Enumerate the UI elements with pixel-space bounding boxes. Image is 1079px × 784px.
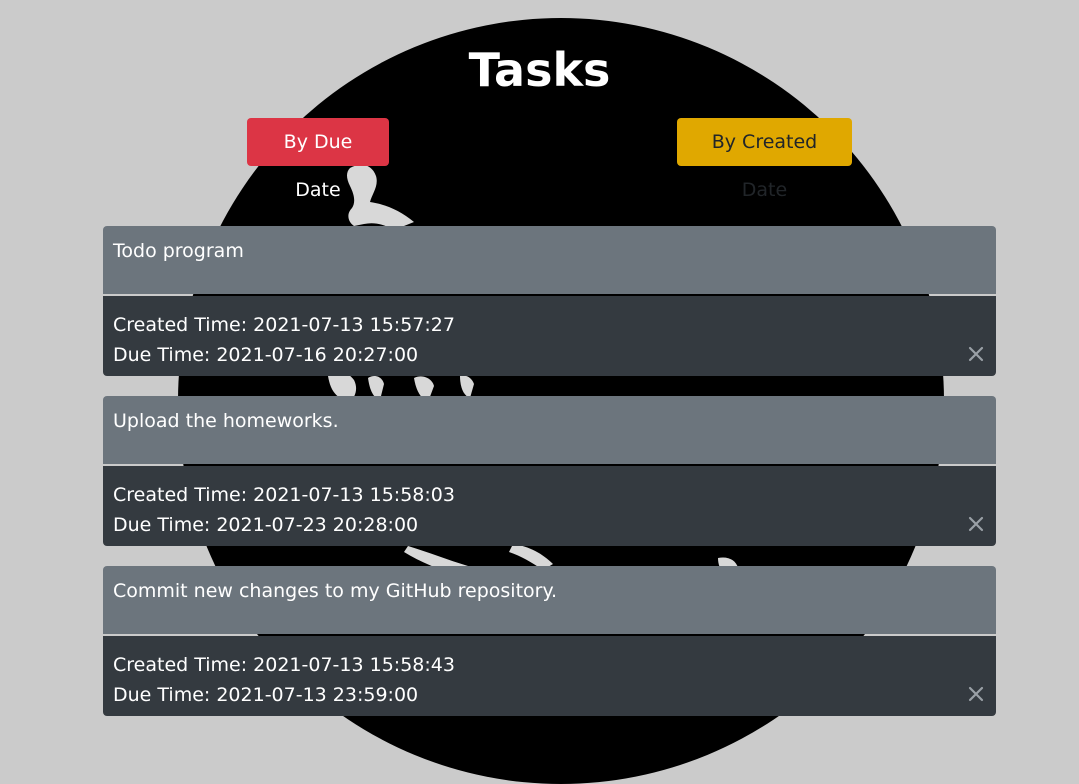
- sort-by-created-date-button[interactable]: By Created Date: [677, 118, 852, 201]
- task-list: Todo program Created Time: 2021-07-13 15…: [103, 226, 996, 736]
- task-title: Upload the homeworks.: [103, 396, 996, 464]
- task-title: Todo program: [103, 226, 996, 294]
- task-created-time: Created Time: 2021-07-13 15:58:43: [113, 654, 455, 676]
- page-title: Tasks: [468, 43, 611, 97]
- task-item: Todo program Created Time: 2021-07-13 15…: [103, 226, 996, 376]
- close-icon[interactable]: [968, 516, 984, 532]
- sort-by-due-date-button[interactable]: By Due Date: [247, 118, 389, 201]
- task-created-time: Created Time: 2021-07-13 15:58:03: [113, 484, 455, 506]
- task-due-time: Due Time: 2021-07-16 20:27:00: [113, 344, 419, 366]
- task-created-time: Created Time: 2021-07-13 15:57:27: [113, 314, 455, 336]
- task-details: Created Time: 2021-07-13 15:58:43 Due Ti…: [103, 636, 996, 716]
- task-details: Created Time: 2021-07-13 15:57:27 Due Ti…: [103, 296, 996, 376]
- task-item: Upload the homeworks. Created Time: 2021…: [103, 396, 996, 546]
- task-title: Commit new changes to my GitHub reposito…: [103, 566, 996, 634]
- task-details: Created Time: 2021-07-13 15:58:03 Due Ti…: [103, 466, 996, 546]
- close-icon[interactable]: [968, 686, 984, 702]
- close-icon[interactable]: [968, 346, 984, 362]
- task-item: Commit new changes to my GitHub reposito…: [103, 566, 996, 716]
- task-due-time: Due Time: 2021-07-13 23:59:00: [113, 684, 419, 706]
- task-due-time: Due Time: 2021-07-23 20:28:00: [113, 514, 419, 536]
